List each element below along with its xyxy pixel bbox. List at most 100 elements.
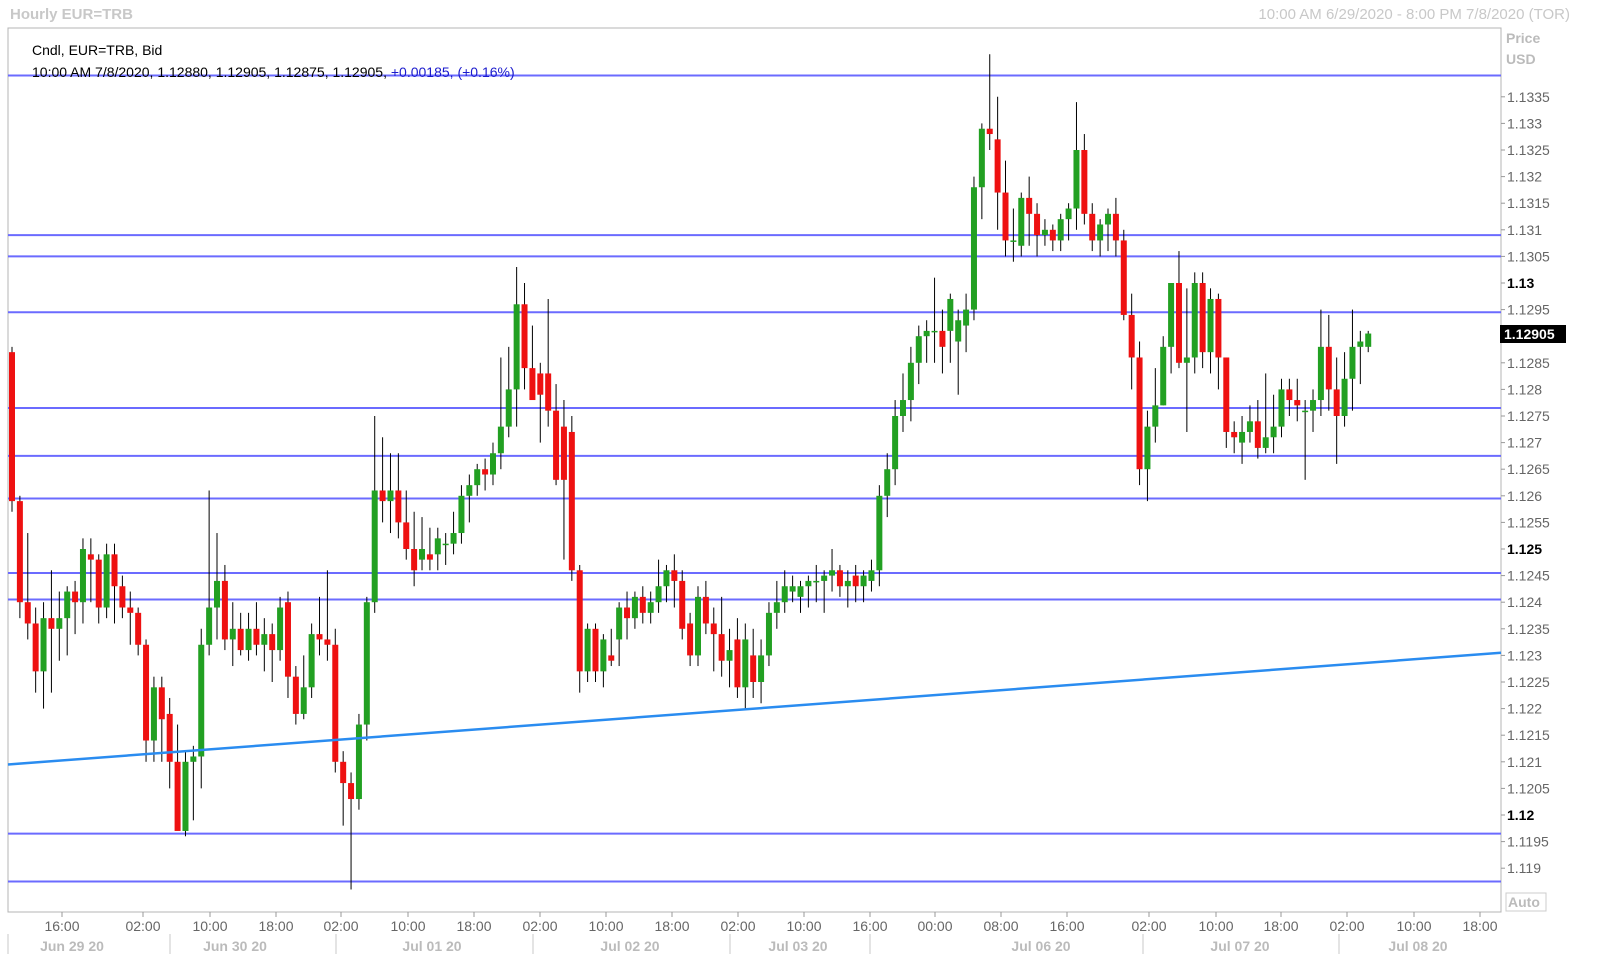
candle-up — [40, 618, 47, 672]
chart-canvas[interactable]: 1.119 1.1195 1.12 1.1205 1.121 1.1215 1.122 1.1… — [0, 0, 1600, 978]
candle-up — [489, 453, 496, 475]
candle-up — [505, 389, 512, 427]
x-date-label: Jul 03 20 — [768, 938, 827, 954]
y-tick-label: 1.121 — [1507, 754, 1542, 770]
candle-up — [513, 304, 520, 390]
y-tick-label: 1.1285 — [1507, 355, 1550, 371]
candle-down — [379, 490, 386, 502]
candle-up — [892, 416, 899, 470]
candle-down — [718, 634, 725, 661]
candle-up — [631, 596, 638, 619]
candle-down — [1231, 431, 1238, 438]
candle-down — [72, 591, 79, 603]
legend-ohlc: 10:00 AM 7/8/2020, 1.12880, 1.12905, 1.1… — [32, 64, 387, 80]
candle-down — [411, 549, 418, 571]
candle-down — [639, 596, 646, 613]
candle-down — [750, 655, 757, 682]
candle-up — [1349, 346, 1356, 379]
y-tick-label: 1.1295 — [1507, 302, 1550, 318]
x-date-label: Jul 08 20 — [1388, 938, 1447, 954]
candle-down — [687, 623, 694, 656]
x-time-label: 10:00 — [1198, 918, 1233, 934]
candle-up — [876, 495, 883, 571]
candle-up — [726, 650, 733, 661]
x-time-label: 16:00 — [44, 918, 79, 934]
candle-up — [758, 655, 765, 682]
candle-down — [316, 634, 323, 640]
x-date-label: Jul 06 20 — [1011, 938, 1070, 954]
candle-up — [805, 580, 812, 587]
candle-up — [955, 320, 962, 342]
candle-up — [442, 543, 449, 546]
y-tick-label: 1.132 — [1507, 169, 1542, 185]
candle-down — [1136, 357, 1143, 470]
x-date-label: Jun 29 20 — [40, 938, 104, 954]
y-tick-label: 1.1225 — [1507, 674, 1550, 690]
candle-up — [1302, 410, 1309, 413]
x-time-label: 02:00 — [522, 918, 557, 934]
legend-ohlc-line: 10:00 AM 7/8/2020, 1.12880, 1.12905, 1.1… — [32, 64, 515, 80]
candle-down — [836, 570, 843, 587]
x-time-label: 02:00 — [1329, 918, 1364, 934]
candle-down — [671, 570, 678, 581]
candle-down — [1333, 389, 1340, 416]
candle-up — [1097, 224, 1104, 241]
candle-down — [1026, 197, 1033, 214]
x-time-label: 08:00 — [983, 918, 1018, 934]
candle-down — [1081, 150, 1088, 214]
x-time-label: 18:00 — [456, 918, 491, 934]
candle-down — [127, 607, 134, 613]
candle-down — [679, 580, 686, 629]
candle-down — [395, 490, 402, 523]
candle-down — [32, 623, 39, 672]
candle-up — [1191, 283, 1198, 358]
x-date-label: Jul 01 20 — [402, 938, 461, 954]
y-tick-label: 1.1305 — [1507, 248, 1550, 264]
y-tick-label: 1.1325 — [1507, 142, 1550, 158]
candle-down — [1049, 229, 1056, 241]
x-date-label: Jun 30 20 — [203, 938, 267, 954]
x-time-label: 02:00 — [323, 918, 358, 934]
y-tick-label: 1.1205 — [1507, 780, 1550, 796]
y-tick-label: 1.1335 — [1507, 89, 1550, 105]
y-tick-label: 1.1235 — [1507, 621, 1550, 637]
candle-down — [1175, 283, 1182, 363]
candle-up — [789, 586, 796, 592]
candle-down — [95, 559, 102, 608]
candle-up — [663, 570, 670, 587]
x-time-label: 10:00 — [192, 918, 227, 934]
candle-down — [1034, 213, 1041, 236]
candle-up — [1278, 389, 1285, 427]
candle-up — [466, 485, 473, 496]
candle-up — [1160, 346, 1167, 406]
candle-up — [450, 533, 457, 544]
candle-down — [332, 644, 339, 762]
legend-change: +0.00185, — [390, 64, 454, 80]
candle-down — [702, 596, 709, 624]
candle-up — [829, 570, 836, 576]
y-tick-label: 1.12 — [1507, 807, 1534, 823]
candle-down — [221, 580, 228, 640]
candle-up — [79, 549, 86, 603]
x-time-label: 18:00 — [654, 918, 689, 934]
candle-up — [860, 575, 867, 587]
y-tick-label: 1.1255 — [1507, 514, 1550, 530]
candle-up — [978, 128, 985, 188]
candle-up — [1183, 357, 1190, 363]
candle-down — [174, 761, 181, 831]
candle-up — [647, 602, 654, 613]
candle-down — [568, 431, 575, 571]
candle-down — [1215, 298, 1222, 358]
candle-up — [1152, 405, 1159, 427]
candle-up — [64, 591, 71, 619]
candle-up — [907, 362, 914, 401]
candle-up — [1018, 197, 1025, 246]
candle-up — [300, 687, 307, 714]
candle-down — [1120, 240, 1127, 315]
y-tick-label: 1.122 — [1507, 701, 1542, 717]
candle-up — [261, 634, 268, 645]
y-tick-label: 1.1265 — [1507, 461, 1550, 477]
candle-up — [963, 309, 970, 326]
x-time-label: 16:00 — [1049, 918, 1084, 934]
candle-up — [1239, 431, 1246, 443]
